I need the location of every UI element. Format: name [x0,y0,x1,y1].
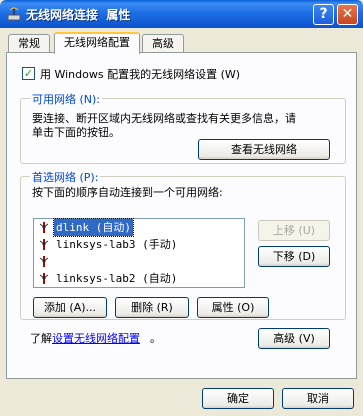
wireless-network-icon [39,222,49,233]
view-wireless-networks-button[interactable]: 查看无线网络 [198,139,330,160]
learn-more-prefix: 了解 [30,332,52,345]
use-windows-checkbox[interactable]: ✓ [22,67,35,80]
move-up-button[interactable]: 上移 (U) [258,220,330,241]
list-item[interactable]: linksys-lab3 (手动) [34,236,244,253]
tab-general[interactable]: 常规 [8,34,50,54]
ok-button[interactable]: 确定 [202,388,274,409]
learn-more-suffix: 。 [150,332,161,345]
remove-button[interactable]: 删除 (R) [115,297,189,318]
window-title: 无线网络连接 属性 [26,8,131,22]
wireless-network-icon [39,273,49,284]
use-windows-label[interactable]: 用 Windows 配置我的无线网络设置 (W) [40,66,240,82]
help-button[interactable]: ? [313,4,334,25]
advanced-button[interactable]: 高级 (V) [258,328,330,349]
wireless-network-icon [39,239,49,250]
wireless-connection-icon [7,7,21,21]
preferred-networks-legend: 首选网络 (P): [30,169,101,185]
list-item-label: dlink (自动) [53,218,134,237]
move-down-button[interactable]: 下移 (D) [258,246,330,267]
add-button[interactable]: 添加 (A)... [33,297,107,318]
list-item[interactable]: linksys-lab2 (自动) [34,270,244,287]
list-item[interactable]: dlink (自动) [34,218,244,237]
tab-wireless-networks[interactable]: 无线网络配置 [54,32,140,54]
list-item[interactable] [34,253,244,270]
cancel-button[interactable]: 取消 [282,388,354,409]
tab-advanced[interactable]: 高级 [142,34,184,54]
learn-more-link[interactable]: 设置无线网络配置 [52,330,140,346]
close-button[interactable]: ✕ [337,4,358,25]
properties-button[interactable]: 属性 (O) [197,297,269,318]
list-item-label: linksys-lab3 (手动) [56,238,178,251]
list-item-label: linksys-lab2 (自动) [56,272,178,285]
preferred-networks-description: 按下面的顺序自动连接到一个可用网络: [32,186,223,199]
title-bar: 无线网络连接 属性 ? ✕ [0,0,363,28]
available-networks-legend: 可用网络 (N): [30,91,103,107]
wireless-network-icon [39,256,49,267]
preferred-networks-list[interactable]: dlink (自动) linksys-lab3 (手动) linksys-lab… [33,218,245,288]
available-networks-description-2: 单击下面的按钮。 [32,126,120,139]
